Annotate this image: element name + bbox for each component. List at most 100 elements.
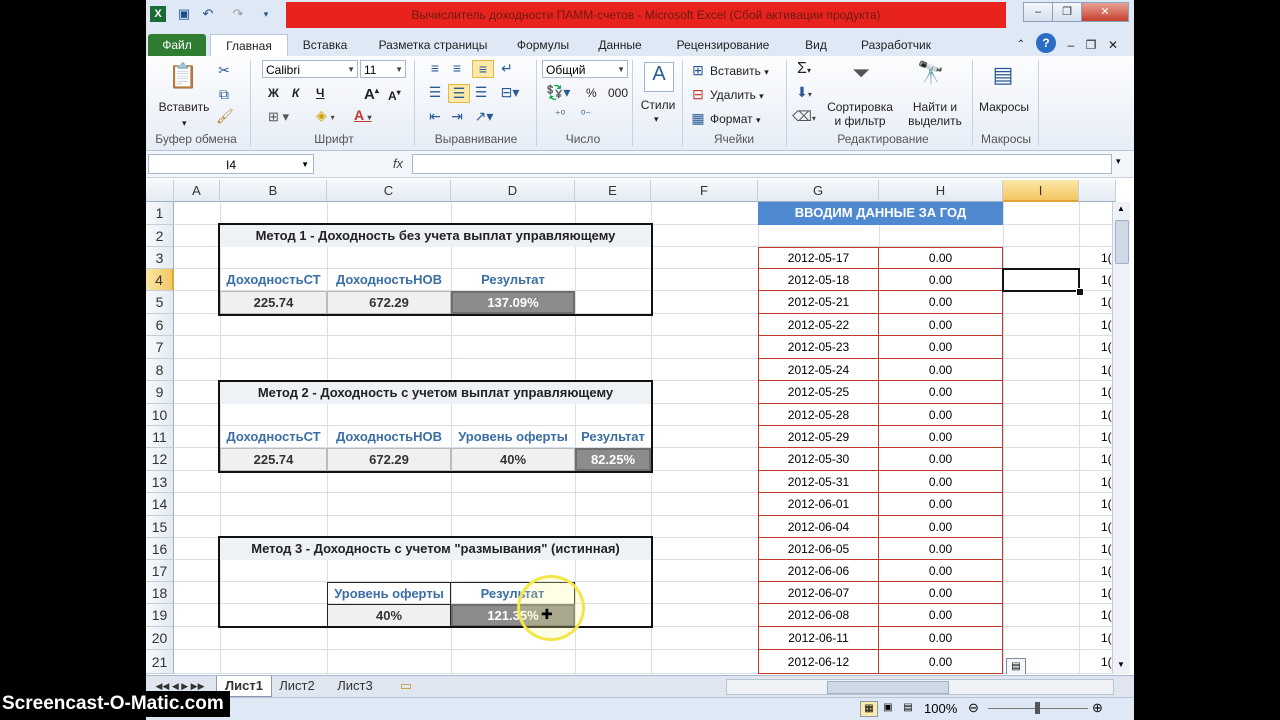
horizontal-scroll-thumb[interactable] bbox=[827, 681, 949, 694]
column-header-i[interactable]: I bbox=[1003, 180, 1079, 202]
fill-color-icon[interactable]: ◈ ▾ bbox=[316, 108, 335, 125]
scroll-up-icon[interactable]: ▲ bbox=[1115, 204, 1127, 214]
yearly-value-cell[interactable]: 0.00 bbox=[879, 560, 1003, 582]
column-header-c[interactable]: C bbox=[327, 180, 451, 202]
help-icon[interactable]: ? bbox=[1036, 33, 1056, 53]
yearly-value-cell[interactable]: 0.00 bbox=[879, 269, 1003, 291]
close-button[interactable]: ✕ bbox=[1081, 2, 1129, 22]
copy-icon[interactable]: ⧉ bbox=[216, 86, 232, 103]
yearly-date-cell[interactable]: 2012-06-12 bbox=[758, 650, 879, 674]
autosum-icon[interactable]: Σ▾ bbox=[792, 60, 816, 78]
find-select-icon[interactable]: 🔭 bbox=[916, 60, 946, 90]
yearly-date-cell[interactable]: 2012-05-30 bbox=[758, 448, 879, 471]
yearly-value-cell[interactable]: 0.00 bbox=[879, 247, 1003, 269]
minimize-button[interactable]: – bbox=[1023, 2, 1053, 22]
align-bottom-icon[interactable]: ≡ bbox=[472, 60, 494, 78]
yearly-date-cell[interactable]: 2012-05-25 bbox=[758, 381, 879, 404]
yearly-date-cell[interactable]: 2012-05-28 bbox=[758, 404, 879, 426]
row-header-17[interactable]: 17 bbox=[146, 560, 174, 582]
select-all-corner[interactable] bbox=[146, 180, 174, 202]
column-header-d[interactable]: D bbox=[451, 180, 575, 202]
increase-font-icon[interactable]: A▴ bbox=[364, 84, 379, 102]
row-header-5[interactable]: 5 bbox=[146, 291, 174, 314]
column-header-h[interactable]: H bbox=[879, 180, 1003, 202]
yearly-date-cell[interactable]: 2012-06-11 bbox=[758, 627, 879, 650]
tab-formulas[interactable]: Формулы bbox=[508, 34, 578, 56]
sort-filter-icon[interactable]: ⏷ bbox=[846, 60, 876, 90]
tab-home[interactable]: Главная bbox=[210, 34, 288, 57]
align-right-icon[interactable]: ☰ bbox=[472, 84, 490, 101]
currency-icon[interactable]: 💱▾ bbox=[546, 84, 570, 101]
format-painter-icon[interactable]: 🖌 bbox=[216, 108, 234, 125]
column-header-b[interactable]: B bbox=[220, 180, 327, 202]
font-size-combo[interactable]: 11 ▼ bbox=[360, 60, 406, 78]
zoom-out-icon[interactable]: ⊖ bbox=[968, 700, 979, 716]
fill-handle[interactable] bbox=[1076, 288, 1084, 296]
zoom-level[interactable]: 100% bbox=[924, 701, 957, 716]
yearly-value-cell[interactable]: 0.00 bbox=[879, 604, 1003, 627]
align-center-icon[interactable]: ☰ bbox=[448, 84, 470, 103]
yearly-date-cell[interactable]: 2012-06-08 bbox=[758, 604, 879, 627]
row-header-20[interactable]: 20 bbox=[146, 627, 174, 650]
zoom-in-icon[interactable]: ⊕ bbox=[1092, 700, 1103, 716]
maximize-button[interactable]: ❐ bbox=[1052, 2, 1082, 22]
page-layout-view-icon[interactable]: ▣ bbox=[880, 701, 896, 715]
row-header-16[interactable]: 16 bbox=[146, 538, 174, 560]
borders-icon[interactable]: ⊞ ▾ bbox=[268, 110, 289, 124]
paste-icon[interactable]: 📋 bbox=[168, 62, 198, 92]
yearly-date-cell[interactable]: 2012-05-21 bbox=[758, 291, 879, 314]
cut-icon[interactable]: ✂ bbox=[216, 62, 232, 79]
row-header-4[interactable]: 4 bbox=[146, 269, 174, 291]
column-header-e[interactable]: E bbox=[575, 180, 651, 202]
tab-page-layout[interactable]: Разметка страницы bbox=[368, 34, 498, 56]
orientation-icon[interactable]: ↗▾ bbox=[472, 108, 496, 125]
yearly-date-cell[interactable]: 2012-05-31 bbox=[758, 471, 879, 493]
redo-icon[interactable]: ↷ bbox=[230, 6, 246, 22]
yearly-date-cell[interactable]: 2012-06-06 bbox=[758, 560, 879, 582]
selected-cell-i4[interactable] bbox=[1002, 268, 1080, 292]
column-header-g[interactable]: G bbox=[758, 180, 879, 202]
merge-cells-icon[interactable]: ⊟▾ bbox=[498, 84, 522, 101]
yearly-value-cell[interactable]: 0.00 bbox=[879, 493, 1003, 516]
styles-icon[interactable]: A bbox=[644, 62, 674, 92]
number-format-combo[interactable]: Общий ▼ bbox=[542, 60, 628, 78]
yearly-value-cell[interactable]: 0.00 bbox=[879, 471, 1003, 493]
yearly-value-cell[interactable]: 0.00 bbox=[879, 381, 1003, 404]
decrease-font-icon[interactable]: A▾ bbox=[388, 86, 401, 103]
save-icon[interactable]: ▣ bbox=[176, 6, 192, 22]
row-header-10[interactable]: 10 bbox=[146, 404, 174, 426]
yearly-value-cell[interactable]: 0.00 bbox=[879, 314, 1003, 336]
yearly-value-cell[interactable]: 0.00 bbox=[879, 516, 1003, 538]
yearly-date-cell[interactable]: 2012-06-01 bbox=[758, 493, 879, 516]
clear-icon[interactable]: ⌫▾ bbox=[792, 108, 816, 125]
minimize-ribbon-icon[interactable]: ⌃ bbox=[1014, 34, 1028, 56]
yearly-date-cell[interactable]: 2012-06-04 bbox=[758, 516, 879, 538]
yearly-value-cell[interactable]: 0.00 bbox=[879, 404, 1003, 426]
tab-insert[interactable]: Вставка bbox=[294, 34, 356, 56]
insert-cells-icon[interactable]: ⊞ bbox=[690, 62, 706, 79]
column-header-f[interactable]: F bbox=[651, 180, 758, 202]
yearly-date-cell[interactable]: 2012-05-23 bbox=[758, 336, 879, 359]
sort-filter-button[interactable]: Сортировка и фильтр bbox=[822, 100, 898, 128]
row-header-1[interactable]: 1 bbox=[146, 202, 174, 225]
row-header-13[interactable]: 13 bbox=[146, 471, 174, 493]
tab-data[interactable]: Данные bbox=[590, 34, 650, 56]
restore-window-icon[interactable]: ❐ bbox=[1084, 34, 1098, 56]
font-name-combo[interactable]: Calibri ▼ bbox=[262, 60, 358, 78]
column-header-j[interactable] bbox=[1079, 180, 1116, 202]
macros-icon[interactable]: ▤ bbox=[988, 62, 1018, 92]
sheet-tab-3[interactable]: Лист3 bbox=[330, 676, 380, 696]
find-select-button[interactable]: Найти и выделить bbox=[902, 100, 968, 128]
quick-access-menu-icon[interactable]: ▾ bbox=[258, 6, 274, 22]
name-box[interactable]: I4 ▼ bbox=[148, 154, 314, 174]
format-cells-button[interactable]: Формат ▾ bbox=[710, 112, 761, 127]
row-header-7[interactable]: 7 bbox=[146, 336, 174, 359]
row-header-18[interactable]: 18 bbox=[146, 582, 174, 604]
delete-cells-button[interactable]: Удалить ▾ bbox=[710, 88, 764, 103]
tab-file[interactable]: Файл bbox=[148, 34, 206, 56]
zoom-slider-thumb[interactable] bbox=[1035, 702, 1040, 714]
yearly-value-cell[interactable]: 0.00 bbox=[879, 650, 1003, 674]
horizontal-scrollbar[interactable] bbox=[726, 679, 1114, 695]
italic-button[interactable]: К bbox=[292, 86, 299, 100]
formula-input[interactable] bbox=[412, 154, 1112, 174]
